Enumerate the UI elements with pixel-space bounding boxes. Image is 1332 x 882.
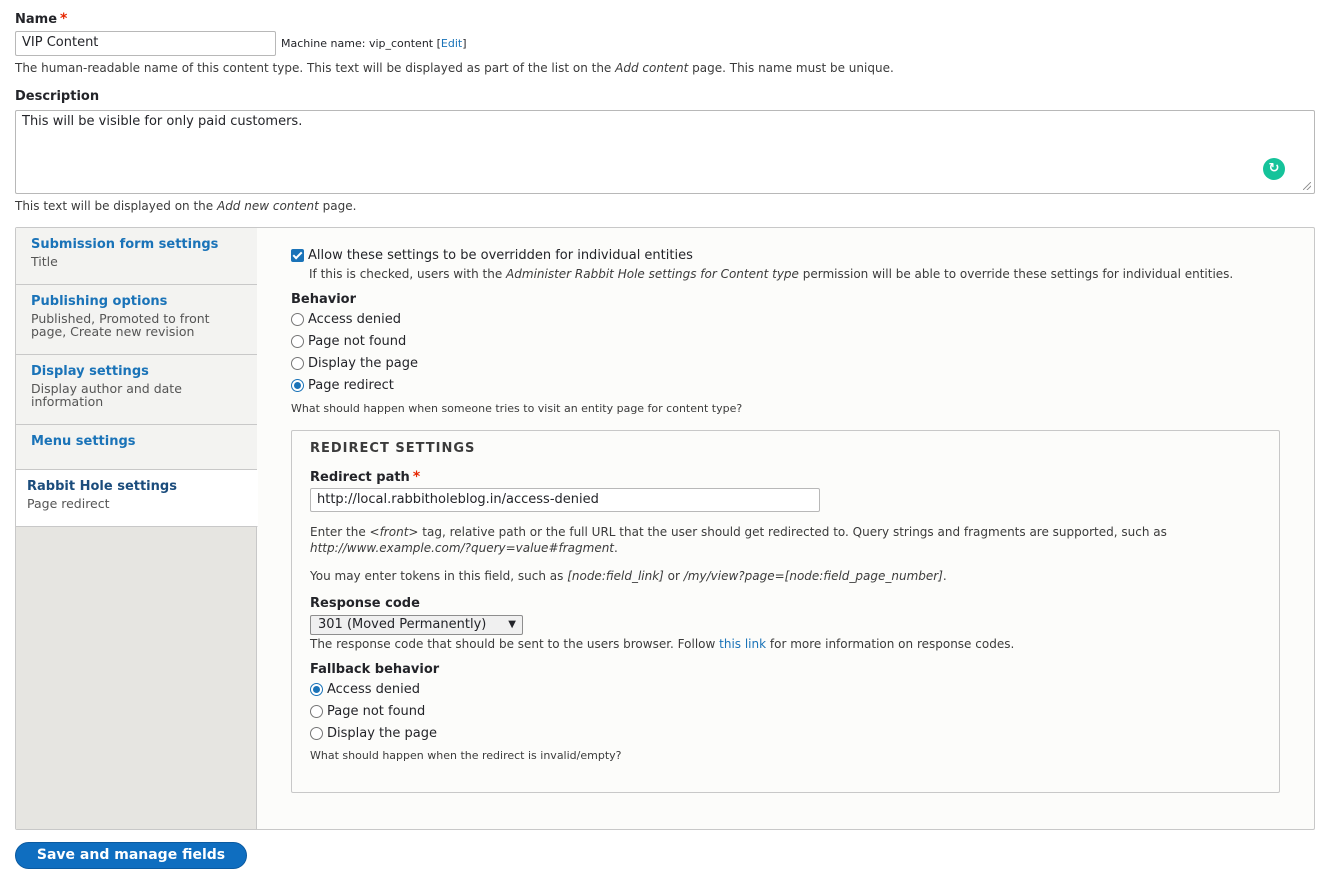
description-help: This text will be displayed on the Add n… (15, 199, 356, 213)
override-label: Allow these settings to be overridden fo… (308, 248, 693, 263)
radio-button[interactable] (310, 683, 323, 696)
tab-rabbit-hole-settings[interactable]: Rabbit Hole settings Page redirect (16, 470, 258, 527)
description-value: This will be visible for only paid custo… (22, 114, 303, 129)
chevron-down-icon: ▼ (508, 619, 516, 630)
response-desc-a: The response code that should be sent to… (310, 637, 720, 651)
tab-title: Menu settings (31, 434, 136, 449)
name-desc-em: Add content (615, 61, 689, 75)
redirect-path-input[interactable]: http://local.rabbitholeblog.in/access-de… (310, 488, 820, 512)
tab-display-settings[interactable]: Display settings Display author and date… (16, 355, 257, 425)
option-label: Access denied (327, 682, 420, 697)
response-desc-b: for more information on response codes. (766, 637, 1015, 651)
override-desc-part2: permission will be able to override thes… (798, 267, 1234, 281)
override-checkbox[interactable] (291, 249, 304, 262)
fallback-description: What should happen when the redirect is … (310, 749, 622, 762)
required-marker: * (412, 469, 421, 485)
machine-name-edit-link[interactable]: Edit (441, 37, 462, 50)
redirect-settings-legend: Redirect settings (310, 441, 476, 456)
machine-name: Machine name: vip_content [Edit] (281, 37, 467, 50)
name-desc-part1: The human-readable name of this content … (15, 61, 616, 75)
tab-summary: Display author and date information (31, 381, 182, 409)
radio-button[interactable] (310, 705, 323, 718)
fallback-option-display-page[interactable]: Display the page (310, 726, 437, 741)
vertical-tabs-menu: Submission form settings Title Publishin… (16, 228, 258, 829)
redirect-path-description: Enter the <front> tag, relative path or … (310, 525, 1167, 539)
behavior-option-page-not-found[interactable]: Page not found (291, 334, 406, 349)
redirect-path-label: Redirect path * (310, 469, 420, 485)
desc-help-part1: This text will be displayed on the (15, 199, 217, 213)
behavior-description: What should happen when someone tries to… (291, 402, 743, 415)
option-label: Display the page (327, 726, 437, 741)
path-desc-2em: http://www.example.com/?query=value#frag… (310, 541, 615, 555)
tokens-b: or (663, 569, 684, 583)
name-description: The human-readable name of this content … (15, 61, 894, 75)
desc-help-em: Add new content (216, 199, 319, 213)
tab-summary: Page redirect (27, 496, 110, 511)
fallback-option-page-not-found[interactable]: Page not found (310, 704, 425, 719)
radio-button[interactable] (291, 335, 304, 348)
required-marker: * (60, 11, 68, 27)
tab-summary: Published, Promoted to front page, Creat… (31, 311, 210, 339)
fallback-label: Fallback behavior (310, 662, 440, 677)
tab-title: Submission form settings (31, 237, 219, 252)
machine-name-text: Machine name: vip_content (281, 37, 434, 50)
override-desc-em: Administer Rabbit Hole settings for Cont… (506, 267, 799, 281)
tab-title: Rabbit Hole settings (27, 479, 177, 494)
tab-summary: Title (31, 254, 58, 269)
path-desc-2b: . (614, 541, 618, 555)
response-code-value: 301 (Moved Permanently) (318, 617, 487, 632)
path-desc-1a: Enter the (310, 525, 370, 539)
redirect-settings-fieldset (291, 430, 1280, 793)
behavior-option-page-redirect[interactable]: Page redirect (291, 378, 394, 393)
resize-handle[interactable] (1303, 182, 1311, 190)
tab-menu-settings[interactable]: Menu settings (16, 425, 257, 470)
tab-publishing-options[interactable]: Publishing options Published, Promoted t… (16, 285, 257, 355)
option-label: Page redirect (308, 378, 394, 393)
option-label: Page not found (327, 704, 426, 719)
override-desc-part1: If this is checked, users with the (309, 267, 507, 281)
tokens-em2: /my/view?page=[node:field_page_number] (683, 569, 943, 583)
behavior-label: Behavior (291, 292, 357, 307)
fallback-option-access-denied[interactable]: Access denied (310, 682, 420, 697)
override-option[interactable]: Allow these settings to be overridden fo… (291, 248, 693, 263)
tokens-em1: [node:field_link] (567, 569, 664, 583)
radio-button[interactable] (291, 313, 304, 326)
option-label: Access denied (308, 312, 401, 327)
desc-help-part2: page. (318, 199, 357, 213)
option-label: Display the page (308, 356, 418, 371)
description-textarea[interactable]: This will be visible for only paid custo… (15, 110, 1315, 194)
redirect-path-example: http://www.example.com/?query=value#frag… (310, 541, 618, 555)
tokens-c: . (942, 569, 947, 583)
grammarly-icon[interactable]: ↻ (1263, 158, 1285, 180)
description-label: Description (15, 89, 100, 104)
tab-title: Display settings (31, 364, 149, 379)
name-input[interactable]: VIP Content (15, 31, 276, 56)
response-codes-link[interactable]: this link (719, 637, 766, 651)
response-code-label: Response code (310, 596, 420, 611)
override-description: If this is checked, users with the Admin… (309, 267, 1233, 281)
name-label-text: Name (15, 12, 58, 27)
tokens-description: You may enter tokens in this field, such… (310, 569, 947, 583)
name-desc-part2: page. This name must be unique. (688, 61, 894, 75)
save-and-manage-fields-button[interactable]: Save and manage fields (15, 842, 247, 869)
response-code-select[interactable]: 301 (Moved Permanently) ▼ (310, 615, 523, 635)
tab-title: Publishing options (31, 294, 168, 309)
option-label: Page not found (308, 334, 407, 349)
response-code-description: The response code that should be sent to… (310, 637, 1014, 651)
name-label: Name * (15, 11, 67, 27)
radio-button[interactable] (310, 727, 323, 740)
behavior-option-access-denied[interactable]: Access denied (291, 312, 401, 327)
radio-button[interactable] (291, 379, 304, 392)
tokens-a: You may enter tokens in this field, such… (310, 569, 568, 583)
behavior-option-display-page[interactable]: Display the page (291, 356, 418, 371)
path-desc-1b: tag, relative path or the full URL that … (418, 525, 1167, 539)
radio-button[interactable] (291, 357, 304, 370)
path-desc-1em: <front> (369, 525, 419, 539)
redirect-path-label-text: Redirect path (310, 470, 410, 485)
tab-submission-form-settings[interactable]: Submission form settings Title (16, 228, 257, 285)
